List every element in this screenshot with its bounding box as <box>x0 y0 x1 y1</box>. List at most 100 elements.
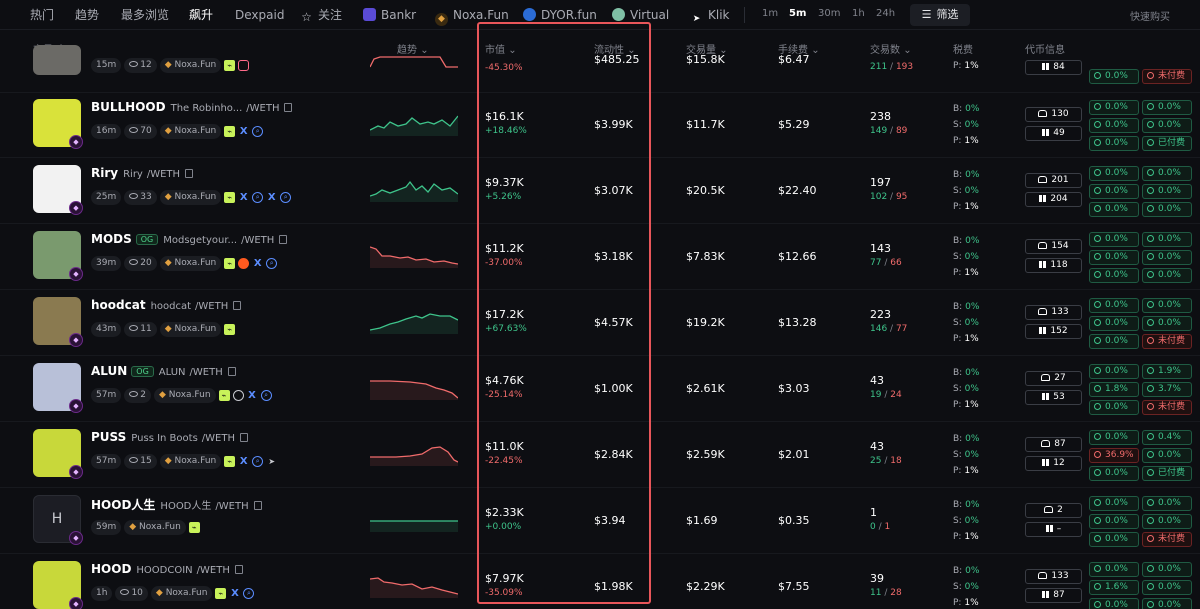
twitter-x-icon[interactable]: X <box>266 192 277 203</box>
token-symbol-line[interactable]: MODS OG Modsgetyour.../WETH <box>91 232 288 246</box>
nav-bankr[interactable]: Bankr <box>363 7 416 23</box>
nav-trending[interactable]: 趋势 <box>75 7 99 23</box>
website-icon[interactable]: ⌁ <box>188 522 200 533</box>
nav-most-viewed[interactable]: 最多浏览 <box>121 7 169 23</box>
filter-button[interactable]: ☰ 筛选 <box>910 4 970 26</box>
tax-label: S: <box>953 120 962 130</box>
trend-sparkline <box>370 577 458 598</box>
copy-icon[interactable] <box>233 301 242 310</box>
txns-split: 25 / 18 <box>870 456 902 466</box>
launchpad-chip[interactable]: ◆ Noxa.Fun <box>150 586 213 601</box>
holding-icon <box>1094 169 1101 176</box>
copy-icon[interactable] <box>284 103 293 112</box>
twitter-x-icon[interactable]: X <box>229 588 240 599</box>
nav-surging[interactable]: 飙升 <box>189 7 213 23</box>
website-icon[interactable]: ⌁ <box>215 588 227 599</box>
holding-icon <box>1147 583 1154 590</box>
table-row[interactable]: ◆ hoodcat hoodcat/WETH 43m 11 ◆ Noxa.Fun ⌁ $17.… <box>0 290 1200 356</box>
launchpad-chip[interactable]: ◆ Noxa.Fun <box>159 124 222 139</box>
website-icon[interactable]: ⌁ <box>218 390 230 401</box>
header-txns[interactable]: 交易数 ⌄ <box>870 41 912 56</box>
search-x-icon[interactable]: ⌕ <box>252 126 264 137</box>
age-chip: 16m <box>91 124 122 139</box>
launchpad-chip[interactable]: ◆ Noxa.Fun <box>159 454 222 469</box>
table-row[interactable]: ◆ Riry Riry/WETH 25m 33 ◆ Noxa.Fun ⌁ X ⌕ X ⌕ $9.37K… <box>0 158 1200 224</box>
market-cap: $11.2K <box>485 242 524 255</box>
search-x-icon[interactable]: ⌕ <box>280 192 292 203</box>
token-symbol-line[interactable]: Riry Riry/WETH <box>91 166 194 180</box>
reddit-icon[interactable] <box>238 258 250 269</box>
token-symbol: HOOD <box>91 562 132 576</box>
nav-klik[interactable]: ➤ Klik <box>690 7 730 24</box>
website-icon[interactable]: ⌁ <box>224 60 236 71</box>
timeframe-24h[interactable]: 24h <box>876 8 895 19</box>
search-x-icon[interactable]: ⌕ <box>266 258 278 269</box>
paid-status-chip: 已付费 <box>1142 136 1192 151</box>
holders-count: 154 <box>1025 239 1082 254</box>
copy-icon[interactable] <box>185 169 194 178</box>
search-x-icon[interactable]: ⌕ <box>252 456 264 467</box>
holding-chip: 0.0% <box>1089 298 1139 313</box>
token-symbol-line[interactable]: BULLHOOD The Robinho.../WETH <box>91 100 293 114</box>
website-icon[interactable]: ⌁ <box>224 126 236 137</box>
timeframe-30m[interactable]: 30m <box>818 8 840 19</box>
telegram-icon[interactable]: ➤ <box>266 456 277 467</box>
table-row[interactable]: ◆ ALUN OG ALUN/WETH 57m 2 ◆ Noxa.Fun ⌁ X ⌕ $4.76K -… <box>0 356 1200 422</box>
launchpad-chip[interactable]: ◆ Noxa.Fun <box>153 388 216 403</box>
copy-icon[interactable] <box>279 235 288 244</box>
search-x-icon[interactable]: ⌕ <box>252 192 264 203</box>
age-chip: 57m <box>91 454 122 469</box>
twitter-x-icon[interactable]: X <box>238 192 249 203</box>
search-x-icon[interactable]: ⌕ <box>243 588 255 599</box>
copy-icon[interactable] <box>253 501 262 510</box>
holding-chip: 0.0% <box>1089 316 1139 331</box>
copy-icon[interactable] <box>227 367 236 376</box>
copy-icon[interactable] <box>234 565 243 574</box>
copy-icon[interactable] <box>239 433 248 442</box>
header-mcap[interactable]: 市值 ⌄ <box>485 41 517 56</box>
timeframe-1m[interactable]: 1m <box>762 8 778 19</box>
eye-icon <box>129 61 139 67</box>
twitter-x-icon[interactable]: X <box>247 390 258 401</box>
twitter-x-icon[interactable]: X <box>238 456 249 467</box>
launchpad-chip[interactable]: ◆ Noxa.Fun <box>159 322 222 337</box>
launchpad-chip[interactable]: ◆ Noxa.Fun <box>159 190 222 205</box>
instagram-icon[interactable] <box>238 60 250 71</box>
token-symbol-line[interactable]: PUSS Puss In Boots/WETH <box>91 430 248 444</box>
fees-value: $7.55 <box>778 580 810 593</box>
website-icon[interactable]: ⌁ <box>224 456 236 467</box>
website-icon[interactable]: ⌁ <box>224 258 236 269</box>
launchpad-chip[interactable]: ◆ Noxa.Fun <box>124 520 186 535</box>
table-row[interactable]: ◆ PUSS Puss In Boots/WETH 57m 15 ◆ Noxa.Fun ⌁ X… <box>0 422 1200 488</box>
token-symbol-line[interactable]: HOOD HOODCOIN/WETH <box>91 562 243 576</box>
table-row[interactable]: ◆ MODS OG Modsgetyour.../WETH 39m 20 ◆ Noxa.Fu… <box>0 224 1200 290</box>
users-icon <box>1038 308 1048 315</box>
timeframe-1h[interactable]: 1h <box>852 8 865 19</box>
twitter-x-icon[interactable]: X <box>252 258 263 269</box>
globe-icon[interactable] <box>232 390 244 401</box>
nav-dyor[interactable]: DYOR.fun <box>523 7 597 23</box>
table-row-partial[interactable]: 15m 12 ◆ Noxa.Fun ⌁ -45.30% $485.25 $15.8K … <box>0 45 1200 93</box>
website-icon[interactable]: ⌁ <box>224 192 236 203</box>
nav-dexpaid[interactable]: Dexpaid <box>235 7 284 23</box>
twitter-x-icon[interactable]: X <box>238 126 249 137</box>
nav-hot[interactable]: 热门 <box>30 7 54 23</box>
timeframe-5m[interactable]: 5m <box>789 8 806 19</box>
token-symbol-line[interactable]: ALUN OG ALUN/WETH <box>91 364 236 378</box>
table-row[interactable]: H ◆ HOOD人生 HOOD人生/WETH 59m ◆ Noxa.Fun ⌁ $2.33K +… <box>0 488 1200 554</box>
search-x-icon[interactable]: ⌕ <box>260 390 272 401</box>
slash-separator: / <box>881 390 891 400</box>
liquidity-value: $3.18K <box>594 250 633 263</box>
table-row[interactable]: ◆ BULLHOOD The Robinho.../WETH 16m 70 ◆ Noxa.… <box>0 92 1200 158</box>
table-row[interactable]: ◆ HOOD HOODCOIN/WETH 1h 10 ◆ Noxa.Fun ⌁ X ⌕ $7.97… <box>0 554 1200 609</box>
tax-s: S: 0% <box>953 315 979 331</box>
launchpad-name: Noxa.Fun <box>165 588 208 598</box>
token-symbol-line[interactable]: hoodcat hoodcat/WETH <box>91 298 242 312</box>
nav-virtual[interactable]: Virtual <box>612 7 669 23</box>
launchpad-chip[interactable]: ◆ Noxa.Fun <box>159 256 222 271</box>
nav-noxa[interactable]: ◆ Noxa.Fun <box>435 7 509 26</box>
fees-value: $22.40 <box>778 184 817 197</box>
website-icon[interactable]: ⌁ <box>224 324 236 335</box>
token-symbol-line[interactable]: HOOD人生 HOOD人生/WETH <box>91 496 262 513</box>
nav-follow[interactable]: ☆ 关注 <box>300 7 342 24</box>
